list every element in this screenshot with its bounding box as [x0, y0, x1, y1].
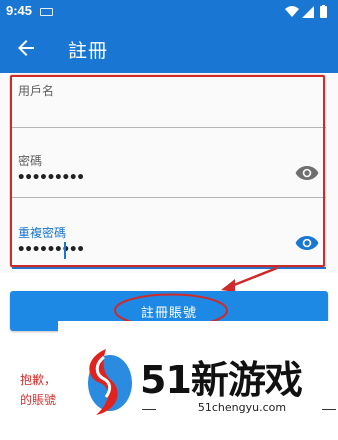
password-underline — [12, 197, 326, 198]
password-visibility-toggle[interactable] — [295, 165, 319, 181]
register-form: 用戶名 密碼 ••••••••• 重複密碼 ••••••••• — [0, 73, 338, 273]
confirm-password-underline — [12, 267, 326, 269]
watermark-text: 51新游戏 — [140, 358, 303, 402]
arrow-left-icon — [18, 40, 34, 56]
error-message: 抱歉， 的賬號 — [20, 370, 56, 410]
keyboard-icon — [40, 8, 53, 16]
battery-icon — [320, 6, 327, 18]
error-line-1: 抱歉， — [20, 373, 57, 387]
status-bar: 9:45 — [0, 0, 338, 24]
page-title: 註冊 — [68, 40, 109, 62]
watermark-url: 51chengyu.com — [197, 401, 287, 414]
error-indicator — [8, 364, 12, 416]
divider — [322, 409, 336, 410]
confirm-password-label: 重複密碼 — [18, 226, 67, 240]
status-icons — [284, 5, 330, 19]
username-underline — [12, 127, 326, 128]
eye-icon — [295, 166, 319, 180]
text-caret — [64, 242, 66, 259]
error-line-2: 的賬號 — [20, 393, 57, 407]
watermark: 51新游戏 51chengyu.com — [58, 321, 338, 440]
signal-icon — [302, 6, 314, 18]
confirm-password-visibility-toggle[interactable] — [295, 235, 319, 251]
password-label: 密碼 — [18, 154, 43, 168]
app-bar: 註冊 — [0, 24, 338, 73]
wifi-icon — [285, 6, 299, 17]
register-button-label: 註冊賬號 — [140, 306, 197, 321]
51-logo — [88, 349, 132, 415]
password-field[interactable]: ••••••••• — [17, 170, 85, 186]
back-button[interactable] — [14, 36, 38, 60]
confirm-password-field[interactable]: ••••••••• — [17, 242, 85, 258]
eye-icon — [295, 236, 319, 250]
username-label: 用戶名 — [18, 84, 55, 98]
status-time: 9:45 — [6, 3, 33, 18]
